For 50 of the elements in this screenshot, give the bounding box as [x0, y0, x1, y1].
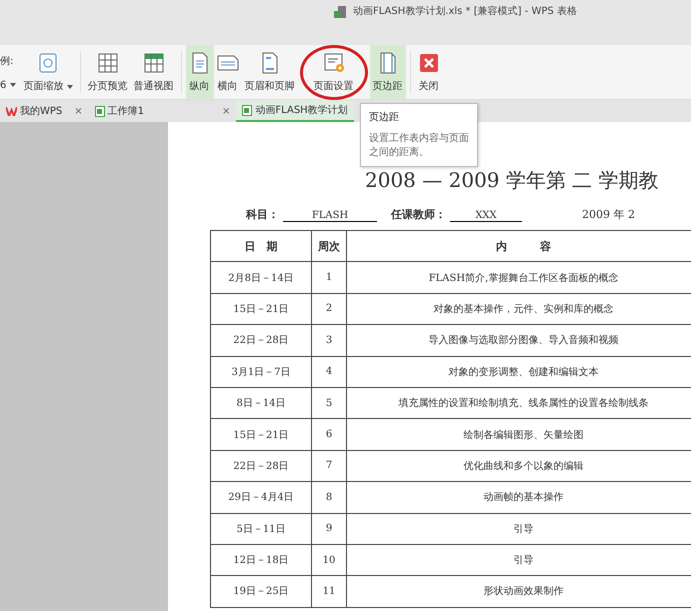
- table-cell: 5: [312, 387, 346, 419]
- table-cell: 4: [312, 356, 346, 388]
- scale-dropdown[interactable]: 6: [0, 80, 16, 90]
- table-cell: 22日－28日: [210, 324, 312, 356]
- toolbar-button[interactable]: 纵向: [186, 45, 214, 99]
- tooltip-text: 设置工作表内容与页面之间的距离。: [369, 132, 469, 160]
- table-cell: 22日－28日: [210, 450, 312, 482]
- table-cell: 15日－21日: [210, 293, 312, 325]
- teacher-label: 任课教师：: [391, 207, 446, 222]
- tooltip-title: 页边距: [369, 110, 400, 124]
- table-cell: 12日－18日: [210, 544, 312, 576]
- close-tab-icon[interactable]: ×: [68, 106, 89, 116]
- table-cell: 8: [312, 482, 346, 514]
- column-header: 日 期: [210, 230, 312, 262]
- table-cell: 10: [312, 544, 346, 576]
- table-cell: 3月1日－7日: [210, 356, 312, 388]
- table-cell: 3: [312, 324, 346, 356]
- toolbar-button[interactable]: 页边距: [370, 45, 406, 99]
- document-tab[interactable]: 动画FLASH教学计划: [236, 100, 354, 122]
- table-cell: 19日－25日: [210, 576, 312, 608]
- table-cell: 8日－14日: [210, 387, 312, 419]
- toolbar-button[interactable]: 页眉和页脚: [242, 45, 298, 99]
- toolbar-button[interactable]: 分页预览: [84, 45, 131, 99]
- toolbar-button[interactable]: 页面缩放: [20, 45, 76, 99]
- table-cell: 7: [312, 450, 346, 482]
- scale-label: 例:: [0, 54, 14, 68]
- table-cell: 29日－4月4日: [210, 482, 312, 514]
- subject-value: FLASH: [283, 210, 377, 222]
- table-cell: 15日－21日: [210, 418, 312, 450]
- close-tab-icon[interactable]: ×: [216, 106, 236, 116]
- document-tab[interactable]: 工作簿1: [88, 100, 150, 122]
- table-cell: 5日－11日: [210, 513, 312, 544]
- table-cell: 11: [312, 576, 346, 608]
- sheet-title: 2008 — 2009 学年第 二 学期教: [364, 167, 660, 194]
- table-cell: 1: [312, 262, 346, 294]
- table-cell: 6: [312, 418, 346, 450]
- column-header: 内 容: [346, 230, 691, 262]
- subject-label: 科目：: [246, 207, 279, 222]
- table-cell: 9: [312, 513, 346, 544]
- date-text: 2009 年 2: [582, 207, 635, 222]
- table-cell: 2月8日－14日: [210, 262, 312, 294]
- toolbar-button[interactable]: 关闭: [414, 45, 443, 99]
- teacher-value: XXX: [450, 210, 522, 222]
- toolbar-button[interactable]: 横向: [214, 45, 242, 99]
- column-header: 周次: [312, 230, 346, 262]
- document-tab[interactable]: 我的WPS: [0, 100, 68, 122]
- table-cell: 2: [312, 293, 346, 325]
- toolbar-button[interactable]: 页面设置: [310, 48, 357, 97]
- window-title: 动画FLASH教学计划.xls * [兼容模式] - WPS 表格: [353, 5, 577, 19]
- toolbar-button[interactable]: 普通视图: [130, 45, 177, 99]
